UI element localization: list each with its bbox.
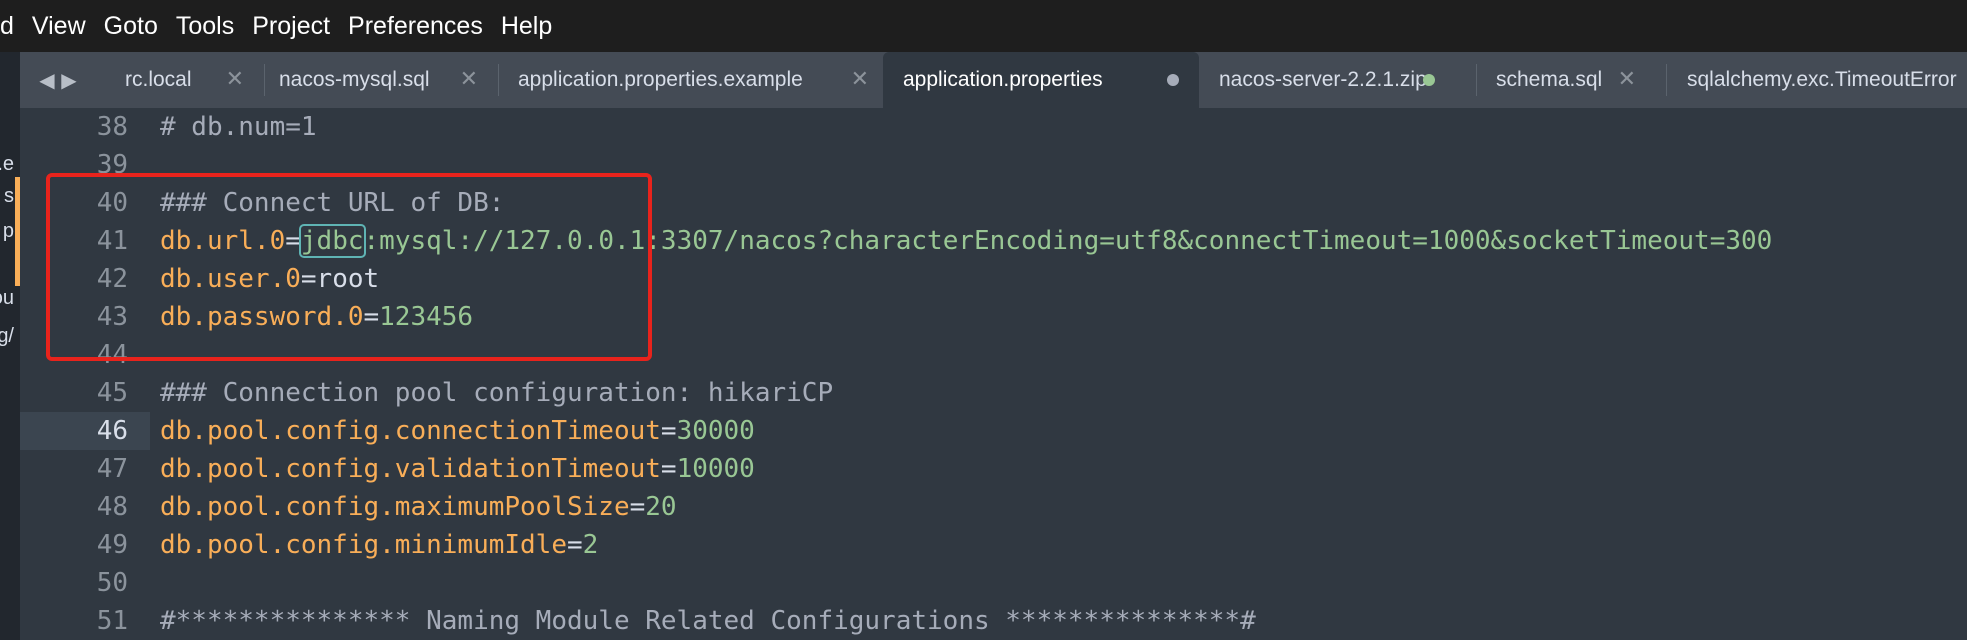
status-dot-icon [1423, 74, 1435, 86]
tab-separator [1476, 64, 1477, 96]
property-key: db.pool.config.validationTimeout [160, 454, 661, 484]
sidebar: s.e s p ou g/ [0, 52, 20, 640]
line-number: 45 [96, 378, 128, 408]
line-number: 49 [96, 530, 128, 560]
menu-item-preferences[interactable]: Preferences [339, 0, 492, 52]
menu-bar: d View Goto Tools Project Preferences He… [0, 0, 1967, 52]
property-value: 20 [645, 492, 677, 522]
tab-sqlalchemy-timeout-error[interactable]: sqlalchemy.exc.TimeoutError [1687, 52, 1967, 108]
code-comment: ### Connection pool configuration: hikar… [160, 378, 834, 408]
property-value: 30000 [676, 416, 755, 446]
sidebar-item[interactable]: ou [0, 279, 20, 319]
tab-nacos-mysql-sql[interactable]: nacos-mysql.sql ✕ [279, 52, 496, 108]
tab-nav-arrows: ◀ ▶ [36, 65, 86, 95]
tab-label: sqlalchemy.exc.TimeoutError [1687, 68, 1957, 91]
equals-operator: = [660, 454, 677, 484]
property-key: db.pool.config.minimumIdle [160, 530, 567, 560]
menu-item-project[interactable]: Project [243, 0, 339, 52]
menu-item-view[interactable]: View [23, 0, 95, 52]
tab-label: schema.sql [1496, 68, 1603, 91]
tab-label: nacos-server-2.2.1.zip [1219, 68, 1427, 91]
menu-item-tools[interactable]: Tools [167, 0, 243, 52]
sidebar-item-label: g/ [0, 325, 14, 347]
sidebar-item-label: s.e [0, 153, 14, 175]
code-line: 47 db.pool.config.validationTimeout=1000… [20, 450, 1967, 488]
line-number: 47 [96, 454, 128, 484]
line-number: 51 [96, 606, 128, 636]
menu-item-edit[interactable]: d [0, 0, 23, 52]
close-icon[interactable]: ✕ [460, 68, 478, 90]
tab-nacos-server-zip[interactable]: nacos-server-2.2.1.zip [1199, 52, 1475, 108]
tab-separator [1666, 64, 1667, 96]
tab-separator [498, 64, 499, 96]
tab-separator [264, 64, 265, 96]
property-key: db.pool.config.connectionTimeout [160, 416, 661, 446]
equals-operator: = [629, 492, 646, 522]
property-value: 2 [582, 530, 599, 560]
menu-item-goto[interactable]: Goto [95, 0, 167, 52]
line-number: 38 [96, 112, 128, 142]
annotation-highlight-box [46, 173, 652, 361]
tab-schema-sql[interactable]: schema.sql ✕ [1496, 52, 1654, 108]
code-line-current: 46 db.pool.config.connectionTimeout=3000… [20, 412, 1967, 450]
close-icon[interactable]: ✕ [851, 68, 869, 90]
line-number: 48 [96, 492, 128, 522]
line-number: 46 [96, 416, 128, 446]
sidebar-item-label: p [2, 220, 14, 242]
equals-operator: = [660, 416, 677, 446]
tab-label: application.properties [903, 68, 1103, 91]
sidebar-item-label: ou [0, 287, 14, 309]
chevron-left-icon[interactable]: ◀ [36, 65, 58, 95]
close-icon[interactable]: ✕ [1618, 68, 1636, 90]
code-line: 50 [20, 564, 1967, 602]
code-line: 48 db.pool.config.maximumPoolSize=20 [20, 488, 1967, 526]
chevron-right-icon[interactable]: ▶ [58, 65, 80, 95]
equals-operator: = [567, 530, 583, 560]
close-icon[interactable]: ✕ [226, 68, 244, 90]
code-line: 45 ### Connection pool configuration: hi… [20, 374, 1967, 412]
tab-rc-local[interactable]: rc.local ✕ [125, 52, 262, 108]
menu-item-help[interactable]: Help [492, 0, 561, 52]
code-comment: # db.num=1 [160, 112, 317, 142]
tab-label: application.properties.example [518, 68, 803, 91]
property-value: 10000 [676, 454, 755, 484]
tab-label: nacos-mysql.sql [279, 68, 430, 91]
sidebar-item[interactable]: s [0, 177, 20, 217]
tab-label: rc.local [125, 68, 192, 91]
property-key: db.pool.config.maximumPoolSize [160, 492, 630, 522]
tab-bar: ◀ ▶ rc.local ✕ nacos-mysql.sql ✕ applicat… [20, 52, 1967, 108]
tab-application-properties-example[interactable]: application.properties.example ✕ [518, 52, 887, 108]
sidebar-item-label: s [4, 185, 14, 207]
unsaved-dot-icon[interactable] [1167, 74, 1179, 86]
code-line: 38 # db.num=1 [20, 108, 1967, 146]
code-comment: #*************** Naming Module Related C… [160, 606, 1256, 636]
code-line: 51 #*************** Naming Module Relate… [20, 602, 1967, 640]
line-number: 50 [96, 568, 128, 598]
tab-application-properties[interactable]: application.properties [883, 52, 1199, 108]
sidebar-item[interactable]: g/ [0, 317, 20, 357]
code-line: 49 db.pool.config.minimumIdle=2 [20, 526, 1967, 564]
